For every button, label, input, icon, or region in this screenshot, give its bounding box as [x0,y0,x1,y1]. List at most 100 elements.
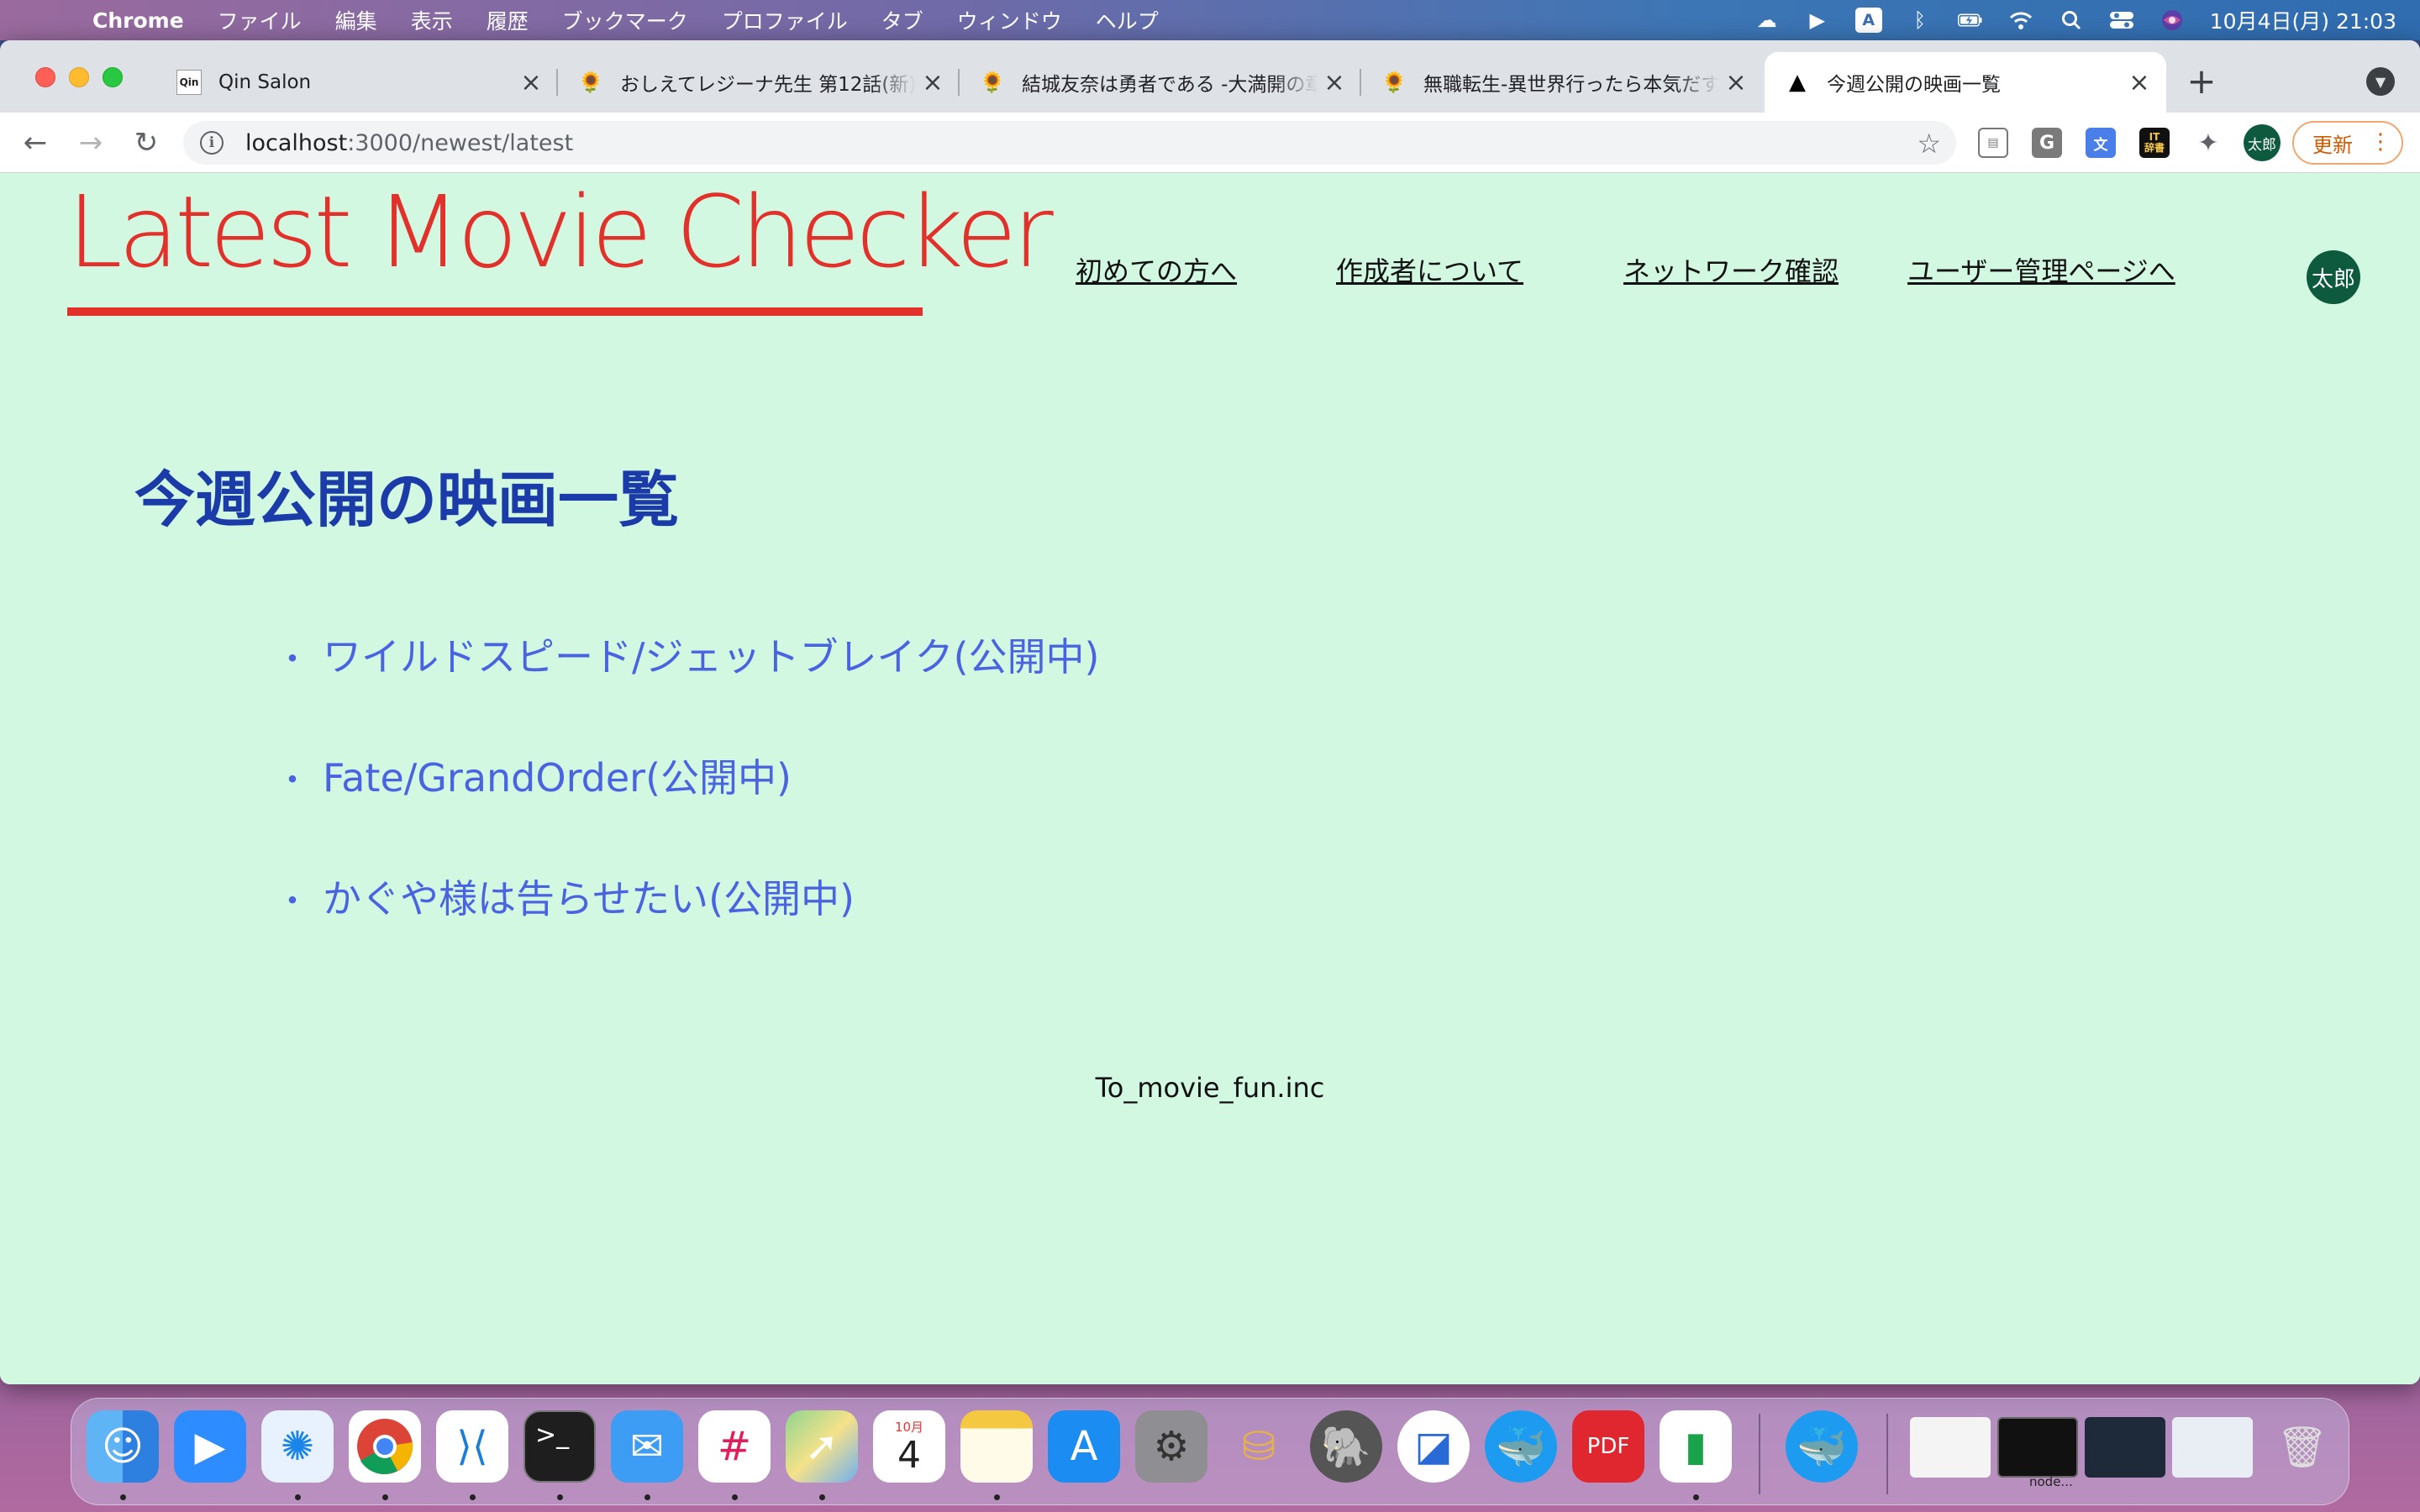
running-indicator [382,1494,388,1500]
forward-arrow-icon[interactable]: → [71,123,111,163]
finder-icon[interactable]: ☺ [87,1410,159,1483]
weather-icon[interactable]: ☁ [1754,8,1780,33]
running-indicator [1693,1494,1699,1500]
browser-toolbar: ← → ↻ i localhost:3000/newest/latest ☆ ▤… [0,113,2420,173]
menu-tab[interactable]: タブ [865,5,940,35]
tab-close-icon[interactable]: × [514,66,548,99]
tab-yuki-yuna[interactable]: 🌻 結城友奈は勇者である -大満開の章 × [960,52,1361,113]
cast-extension-icon[interactable]: ▤ [1978,128,2008,158]
menu-bookmarks[interactable]: ブックマーク [545,5,705,35]
macos-dock: ☺ ▶ ✺ ⟩⟨ >_ ✉ # ➚ 10月 4 A ⚙ ⛁ 🐘 ◪ 🐳 PDF … [71,1398,2349,1505]
siri-icon[interactable] [2160,8,2185,33]
minimized-vscode-window[interactable] [2085,1417,2165,1478]
tab-qin-salon[interactable]: Qin Qin Salon × [156,52,558,113]
user-avatar[interactable]: 太郎 [2307,250,2360,304]
google-translate-icon[interactable]: 文 [2086,128,2116,158]
reload-icon[interactable]: ↻ [126,123,166,163]
minimized-spreadsheet-window[interactable] [1910,1417,1991,1478]
kebab-menu-icon[interactable]: ⋮ [2370,129,2391,155]
minimized-terminal-label: node... [2029,1474,2073,1489]
running-indicator [470,1494,476,1500]
control-center-icon[interactable] [2109,8,2134,33]
list-bullet: ・ [276,640,309,679]
pdf-app-icon[interactable]: PDF [1572,1410,1644,1483]
zoom-window-button[interactable] [103,67,123,87]
movie-list-item[interactable]: ・かぐや様は告らせたい(公開中) [276,869,855,924]
update-button[interactable]: 更新 ⋮ [2292,121,2403,165]
menu-help[interactable]: ヘルプ [1079,5,1176,35]
address-bar[interactable]: i localhost:3000/newest/latest ☆ [183,121,1956,165]
site-info-icon[interactable]: i [200,131,224,155]
input-source-icon[interactable]: A [1854,8,1882,33]
running-indicator [644,1494,650,1500]
trash-icon[interactable]: 🗑 [2266,1410,2338,1483]
sunflower-icon: 🌻 [1381,71,1407,94]
minimize-window-button[interactable] [69,67,89,87]
menubar-clock[interactable]: 10月4日(月) 21:03 [2210,5,2396,35]
slack-icon[interactable]: # [698,1410,771,1483]
nav-link-about-author[interactable]: 作成者について [1336,250,1523,289]
page-title: 今週公開の映画一覧 [134,465,680,535]
battery-icon[interactable] [1957,8,1983,33]
web-page: Latest Movie Checker 初めての方へ 作成者について ネットワ… [0,173,2420,1384]
it-dictionary-icon[interactable]: IT 辞書 [2139,128,2170,158]
calendar-icon[interactable]: 10月 4 [873,1410,945,1483]
nav-link-first-time[interactable]: 初めての方へ [1076,250,1237,289]
grammarly-extension-icon[interactable]: G [2032,128,2062,158]
nav-link-user-admin[interactable]: ユーザー管理ページへ [1907,250,2175,289]
close-window-button[interactable] [35,67,55,87]
logo-underline [67,307,923,316]
bookmark-star-icon[interactable]: ☆ [1917,128,1941,160]
new-tab-plus-icon[interactable]: + [2183,60,2220,102]
spotlight-search-icon[interactable] [2059,8,2084,33]
nav-link-network-check[interactable]: ネットワーク確認 [1623,250,1839,289]
safari-icon[interactable]: ✺ [261,1410,334,1483]
minimized-safari-window[interactable] [2172,1417,2253,1478]
menu-view[interactable]: 表示 [394,5,470,35]
running-indicator [819,1494,825,1500]
movie-list-item[interactable]: ・ワイルドスピード/ジェットブレイク(公開中) [276,627,1099,682]
tab-movie-list-active[interactable]: ▲ 今週公開の映画一覧 × [1765,52,2166,113]
wifi-icon[interactable] [2008,8,2033,33]
tab-mushoku-tensei[interactable]: 🌻 無職転生-異世界行ったら本気だす × [1361,52,1763,113]
tab-close-icon[interactable]: × [1719,66,1753,99]
menu-window[interactable]: ウィンドウ [940,5,1079,35]
tab-close-icon[interactable]: × [1318,66,1351,99]
sunflower-icon: 🌻 [578,71,603,94]
tab-regina-sensei[interactable]: 🌻 おしえてレジーナ先生 第12話(新) × [558,52,960,113]
menu-app-name[interactable]: Chrome [50,8,201,33]
tab-close-icon[interactable]: × [916,66,950,99]
terminal-icon[interactable]: >_ [523,1410,596,1483]
play-circle-icon[interactable]: ▶ [1805,8,1830,33]
site-logo-link[interactable]: Latest Movie Checker [67,178,1054,286]
extensions-puzzle-icon[interactable]: ✦ [2193,128,2223,158]
notes-icon[interactable] [960,1410,1033,1483]
mail-icon[interactable]: ✉ [611,1410,683,1483]
system-preferences-icon[interactable]: ⚙ [1135,1410,1207,1483]
back-arrow-icon[interactable]: ← [15,123,55,163]
tab-search-chevron-icon[interactable]: ▼ [2366,67,2395,96]
docker-downloads-icon[interactable]: 🐳 [1786,1410,1858,1483]
menu-profiles[interactable]: プロファイル [705,5,865,35]
maps-icon[interactable]: ➚ [786,1410,858,1483]
minimized-terminal-window[interactable] [1997,1417,2078,1478]
tab-title: 今週公開の映画一覧 [1827,74,2001,96]
profile-avatar[interactable]: 太郎 [2244,124,2281,161]
tab-close-icon[interactable]: × [2123,66,2156,99]
docker-icon[interactable]: 🐳 [1485,1410,1557,1483]
app-store-icon[interactable]: A [1048,1410,1120,1483]
movie-list-item[interactable]: ・ Fate/GrandOrder(公開中) [276,748,792,803]
numbers-icon[interactable]: ▮ [1660,1410,1732,1483]
menu-file[interactable]: ファイル [201,5,318,35]
vscode-icon[interactable]: ⟩⟨ [436,1410,508,1483]
chrome-icon[interactable] [349,1410,421,1483]
sequel-database-icon[interactable]: ⛁ [1223,1410,1295,1483]
menu-edit[interactable]: 編集 [318,5,394,35]
menu-history[interactable]: 履歴 [470,5,545,35]
migrate-app-icon[interactable]: ◪ [1397,1410,1470,1483]
page-footer: To_movie_fun.inc [1095,1072,1325,1104]
bluetooth-icon[interactable]: ᛒ [1907,8,1933,33]
address-url[interactable]: localhost:3000/newest/latest [245,130,573,156]
tableplus-elephant-icon[interactable]: 🐘 [1310,1410,1382,1483]
zoom-icon[interactable]: ▶ [174,1410,246,1483]
